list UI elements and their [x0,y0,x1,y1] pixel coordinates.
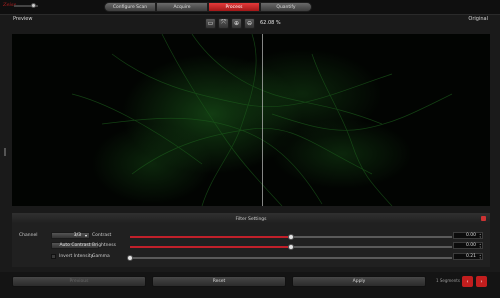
brightness-label: Brightness [92,243,116,248]
step-quantify[interactable]: Quantify [260,2,312,12]
contrast-slider-fill [130,236,291,238]
preview-toolbar: ▭ ⤧ ⊕ ⊖ 62.08 % [205,16,281,30]
contrast-slider[interactable] [130,234,452,240]
filter-settings-title: Filter Settings [12,214,490,224]
spinner-arrows-icon[interactable]: ▴ ▾ [479,243,481,249]
fit-icon[interactable]: ▭ [205,17,216,29]
channel-label: Channel [19,233,38,238]
zoom-level: 62.08 % [260,20,281,26]
top-bar: Zeiss Configure Scan Acquire Process Qua… [0,0,500,15]
brightness-slider[interactable] [130,244,452,250]
contrast-label: Contrast [92,233,112,238]
prev-arrow-icon[interactable]: ‹ [462,276,473,287]
side-panel-handle[interactable] [4,148,6,156]
info-icon[interactable] [481,216,486,221]
top-mini-slider[interactable] [14,3,38,8]
channel-value: 3/3 [73,233,81,238]
compare-divider[interactable] [262,34,263,206]
reset-button[interactable]: Reset [152,276,286,287]
fullscreen-icon[interactable]: ⤧ [218,17,229,29]
filter-settings-panel: Filter Settings Channel 3/3 ▾ Auto Contr… [12,213,490,267]
step-acquire[interactable]: Acquire [156,2,208,12]
contrast-value-field[interactable]: 0.00 ▴ ▾ [453,232,483,239]
spinner-arrows-icon[interactable]: ▴ ▾ [479,233,481,239]
original-label: Original [468,16,488,22]
brightness-value: 0.00 [465,243,476,248]
step-configure-scan[interactable]: Configure Scan [104,2,156,12]
bottom-bar: Previous Reset Apply 1 Segments ‹ › [0,272,500,298]
zoom-out-icon[interactable]: ⊖ [244,17,255,29]
zoom-in-icon[interactable]: ⊕ [231,17,242,29]
brightness-slider-knob[interactable] [288,244,294,250]
spinner-arrows-icon[interactable]: ▴ ▾ [479,254,481,260]
brightness-value-field[interactable]: 0.00 ▴ ▾ [453,242,483,249]
invert-intensity-checkbox[interactable] [51,254,56,259]
microscopy-image [71,34,453,206]
gamma-value: 0.21 [465,254,476,259]
preview-label: Preview [13,16,33,22]
gamma-slider[interactable] [127,255,452,261]
step-process[interactable]: Process [208,2,260,12]
contrast-value: 0.00 [465,233,476,238]
apply-button[interactable]: Apply [292,276,426,287]
gamma-value-field[interactable]: 0.21 ▴ ▾ [453,253,483,260]
preview-viewport[interactable] [12,34,490,206]
channel-select[interactable]: 3/3 ▾ [51,232,90,239]
contrast-slider-knob[interactable] [288,234,294,240]
next-arrow-icon[interactable]: › [476,276,487,287]
gamma-slider-knob[interactable] [127,255,133,261]
brightness-slider-fill [130,246,291,248]
workflow-steps: Configure Scan Acquire Process Quantify [104,2,312,12]
previous-button[interactable]: Previous [12,276,146,287]
mini-slider-knob[interactable] [31,3,36,8]
gamma-label: Gamma [92,254,110,259]
chevron-down-icon: ▾ [84,233,87,238]
segment-count: 1 Segments [436,278,460,283]
invert-intensity-label: Invert Intensity [59,254,94,259]
